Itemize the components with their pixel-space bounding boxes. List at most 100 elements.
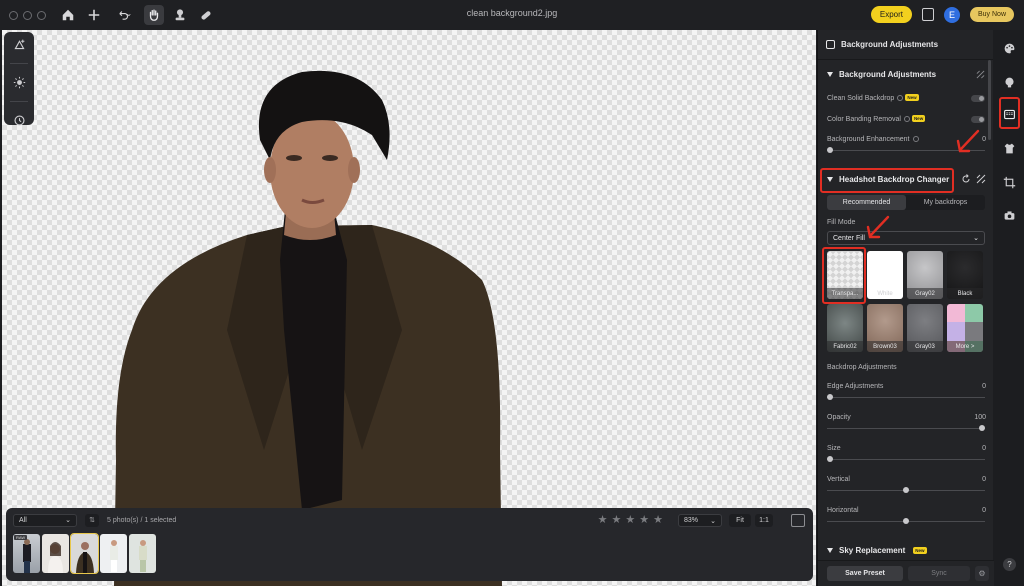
palette-icon[interactable] (999, 38, 1019, 58)
reset-icon[interactable] (976, 70, 985, 79)
one-to-one-button[interactable]: 1:1 (755, 514, 773, 527)
undo-reset-icon[interactable] (961, 174, 971, 184)
buy-now-button[interactable]: Buy Now (969, 7, 1014, 22)
edge-adjustments-slider[interactable] (827, 397, 985, 398)
fill-mode-value: Center Fill (833, 234, 865, 242)
enhancement-slider-handle[interactable] (827, 147, 833, 153)
size-value: 0 (982, 445, 986, 452)
crop-transform-icon[interactable] (999, 172, 1019, 192)
reset-icon[interactable] (976, 174, 986, 184)
horizontal-handle[interactable] (903, 518, 909, 524)
save-preset-button[interactable]: Save Preset (827, 566, 903, 581)
star-icon[interactable]: ★ (639, 515, 649, 526)
star-icon[interactable]: ★ (598, 515, 608, 526)
fill-mode-dropdown[interactable]: Center Fill ⌄ (827, 231, 985, 245)
clean-solid-backdrop-toggle[interactable] (971, 95, 985, 102)
opacity-handle[interactable] (979, 425, 985, 431)
sort-button[interactable]: ⇅ (85, 513, 99, 527)
swatch-gray02[interactable]: Gray02 (907, 251, 943, 299)
tools-divider (10, 63, 28, 64)
background-adjustments-section[interactable]: Background Adjustments (818, 62, 994, 86)
fit-button[interactable]: Fit (729, 514, 751, 527)
swatch-label: White (867, 288, 903, 299)
opacity-value: 100 (974, 414, 986, 421)
swatch-more-tile (947, 322, 965, 341)
help-button[interactable]: ? (1003, 558, 1016, 571)
swatch-fabric02[interactable]: Fabric02 (827, 304, 863, 352)
avatar[interactable]: E (943, 6, 960, 23)
panel-scrollbar[interactable] (988, 60, 991, 140)
thumbnail-selected[interactable] (70, 533, 99, 574)
color-banding-toggle[interactable] (971, 116, 985, 123)
star-icon[interactable]: ★ (653, 515, 663, 526)
ai-adjust-icon[interactable] (9, 38, 29, 51)
home-icon[interactable] (58, 5, 78, 25)
zoom-dropdown[interactable]: 83% ⌄ (678, 514, 722, 527)
canvas-tools (4, 32, 34, 127)
filmstrip: All ⌄ ⇅ 5 photo(s) / 1 selected ★ ★ ★ ★ … (6, 508, 813, 581)
background-panel-icon (826, 40, 835, 49)
chevron-down-icon: ⌄ (710, 517, 716, 525)
clothing-icon[interactable] (999, 138, 1019, 158)
swatch-more[interactable]: More > (947, 304, 983, 352)
edge-adjustments-value: 0 (982, 383, 986, 390)
size-slider[interactable] (827, 459, 985, 460)
undo-icon[interactable] (110, 5, 138, 25)
compare-view-icon[interactable] (791, 514, 805, 527)
swatch-label: More > (947, 341, 983, 352)
thumbnail[interactable]: RAW (13, 534, 40, 573)
edge-adjustments-handle[interactable] (827, 394, 833, 400)
add-icon[interactable] (84, 5, 104, 25)
star-icon[interactable]: ★ (612, 515, 622, 526)
swatch-brown03[interactable]: Brown03 (867, 304, 903, 352)
new-badge: New (911, 115, 926, 122)
history-icon[interactable] (9, 114, 29, 127)
export-button[interactable]: Export (870, 6, 912, 23)
collapse-triangle-icon (827, 547, 833, 553)
hand-tool-icon[interactable] (144, 5, 164, 25)
swatch-white[interactable]: White (867, 251, 903, 299)
thumbnail[interactable] (100, 534, 127, 573)
tools-divider (10, 101, 28, 102)
info-icon[interactable] (903, 116, 910, 122)
panel-footer: Save Preset Sync ⚙ (818, 560, 994, 586)
zoom-window-button[interactable] (37, 10, 46, 20)
info-icon[interactable] (912, 136, 919, 142)
tab-recommended[interactable]: Recommended (827, 195, 906, 210)
opacity-slider[interactable] (827, 428, 985, 429)
size-label: Size (827, 445, 841, 452)
vertical-handle[interactable] (903, 487, 909, 493)
effects-icon[interactable] (9, 76, 29, 89)
backdrop-adjustments-title: Backdrop Adjustments (827, 364, 897, 371)
swatch-label: Fabric02 (827, 341, 863, 352)
photo-count: 5 photo(s) / 1 selected (107, 516, 177, 524)
tab-my-backdrops[interactable]: My backdrops (906, 195, 985, 210)
close-window-button[interactable] (9, 10, 18, 20)
swatch-black[interactable]: Black (947, 251, 983, 299)
star-icon[interactable]: ★ (625, 515, 635, 526)
swatch-label: Black (947, 288, 983, 299)
sidebar-toggle-icon[interactable] (921, 8, 934, 21)
swatch-gray03[interactable]: Gray03 (907, 304, 943, 352)
new-badge: New (905, 94, 919, 101)
sky-replacement-section[interactable]: Sky Replacement New (818, 538, 994, 562)
sync-button[interactable]: Sync (908, 566, 970, 581)
thumbnail[interactable] (42, 534, 69, 573)
background-enhancement-label: Background Enhancement (827, 136, 910, 143)
app-window: clean background2.jpg Export E Buy Now A… (0, 0, 1024, 586)
gear-icon[interactable]: ⚙ (975, 566, 989, 581)
minimize-window-button[interactable] (23, 10, 32, 20)
face-retouch-icon[interactable] (999, 72, 1019, 92)
photo-canvas[interactable] (2, 30, 816, 586)
bandage-tool-icon[interactable] (196, 5, 216, 25)
info-icon[interactable] (897, 95, 904, 101)
raw-tag: RAW (14, 535, 28, 540)
camera-icon[interactable] (999, 205, 1019, 225)
collapse-triangle-icon (827, 71, 833, 77)
stamp-tool-icon[interactable] (170, 5, 190, 25)
thumbnail[interactable] (129, 534, 156, 573)
title-bar: clean background2.jpg Export E Buy Now (0, 0, 1024, 30)
size-handle[interactable] (827, 456, 833, 462)
filter-dropdown[interactable]: All ⌄ (13, 513, 77, 527)
edge-adjustments-label: Edge Adjustments (827, 383, 884, 390)
